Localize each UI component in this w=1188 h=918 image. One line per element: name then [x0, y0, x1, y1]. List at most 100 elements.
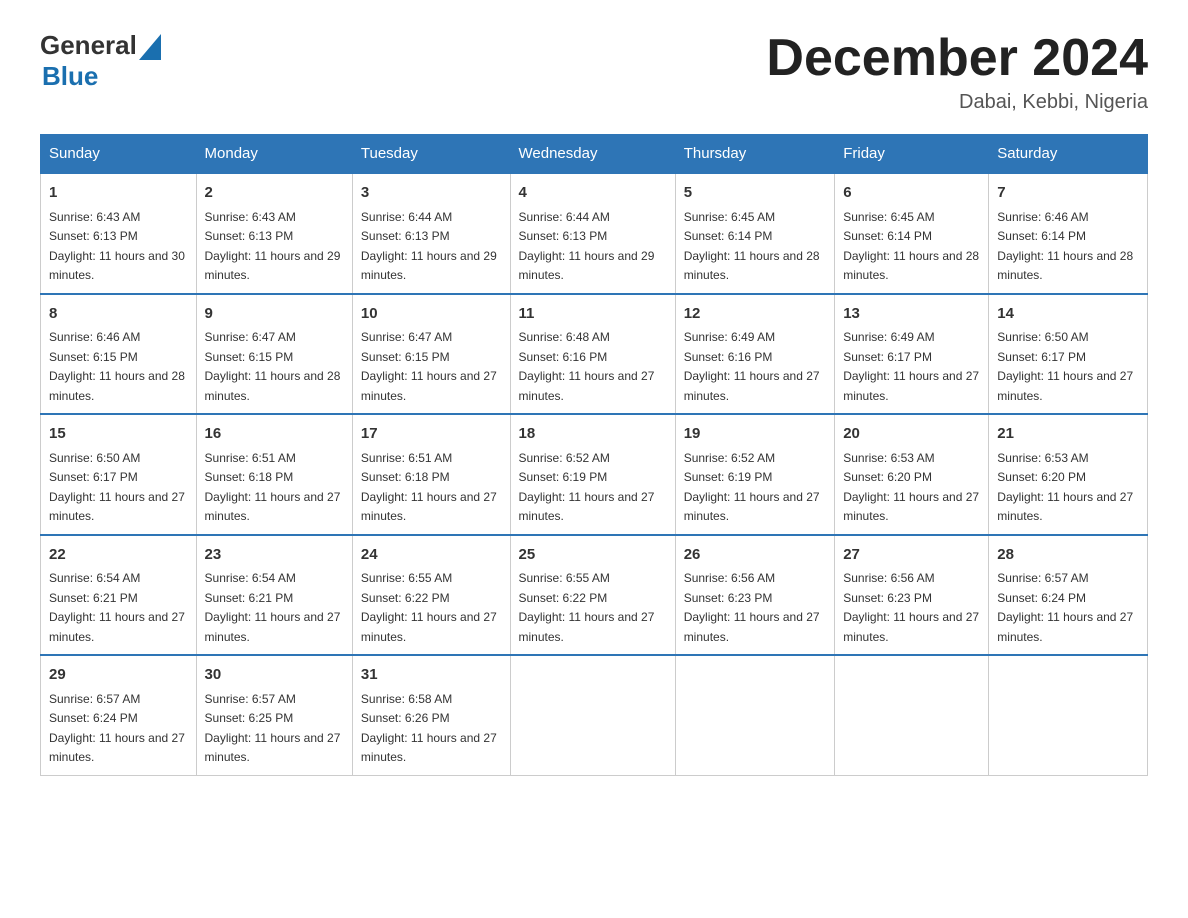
day-info: Sunrise: 6:56 AMSunset: 6:23 PMDaylight:… — [843, 571, 979, 644]
calendar-cell: 11 Sunrise: 6:48 AMSunset: 6:16 PMDayligh… — [510, 294, 675, 415]
calendar-cell: 24 Sunrise: 6:55 AMSunset: 6:22 PMDayligh… — [352, 535, 510, 656]
calendar-cell: 20 Sunrise: 6:53 AMSunset: 6:20 PMDayligh… — [835, 414, 989, 535]
day-number: 6 — [843, 182, 980, 205]
calendar-header-row: SundayMondayTuesdayWednesdayThursdayFrid… — [41, 135, 1148, 174]
calendar-week-row: 29Sunrise: 6:57 AMSunset: 6:24 PMDayligh… — [41, 655, 1148, 775]
day-info: Sunrise: 6:46 AMSunset: 6:15 PMDaylight:… — [49, 330, 185, 403]
calendar-cell: 28 Sunrise: 6:57 AMSunset: 6:24 PMDayligh… — [989, 535, 1148, 656]
calendar-cell: 31Sunrise: 6:58 AMSunset: 6:26 PMDayligh… — [352, 655, 510, 775]
calendar-header-wednesday: Wednesday — [510, 135, 675, 174]
day-info: Sunrise: 6:55 AMSunset: 6:22 PMDaylight:… — [519, 571, 655, 644]
day-number: 14 — [997, 303, 1139, 326]
day-number: 7 — [997, 182, 1139, 205]
day-number: 27 — [843, 544, 980, 567]
day-info: Sunrise: 6:44 AMSunset: 6:13 PMDaylight:… — [361, 210, 497, 283]
calendar-cell: 2 Sunrise: 6:43 AMSunset: 6:13 PMDaylight… — [196, 173, 352, 294]
day-number: 4 — [519, 182, 667, 205]
day-info: Sunrise: 6:58 AMSunset: 6:26 PMDaylight:… — [361, 692, 497, 765]
day-info: Sunrise: 6:47 AMSunset: 6:15 PMDaylight:… — [361, 330, 497, 403]
day-number: 11 — [519, 303, 667, 326]
calendar-cell: 12Sunrise: 6:49 AMSunset: 6:16 PMDayligh… — [675, 294, 835, 415]
logo-triangle-icon — [139, 34, 161, 60]
logo-general-text: General — [40, 30, 137, 61]
day-number: 22 — [49, 544, 188, 567]
calendar-cell: 3 Sunrise: 6:44 AMSunset: 6:13 PMDaylight… — [352, 173, 510, 294]
calendar-week-row: 22 Sunrise: 6:54 AMSunset: 6:21 PMDayligh… — [41, 535, 1148, 656]
calendar-cell: 22 Sunrise: 6:54 AMSunset: 6:21 PMDayligh… — [41, 535, 197, 656]
calendar-cell: 5 Sunrise: 6:45 AMSunset: 6:14 PMDaylight… — [675, 173, 835, 294]
calendar-header-friday: Friday — [835, 135, 989, 174]
calendar-cell: 8 Sunrise: 6:46 AMSunset: 6:15 PMDaylight… — [41, 294, 197, 415]
calendar-cell — [510, 655, 675, 775]
day-info: Sunrise: 6:54 AMSunset: 6:21 PMDaylight:… — [49, 571, 185, 644]
day-number: 2 — [205, 182, 344, 205]
day-number: 24 — [361, 544, 502, 567]
subtitle: Dabai, Kebbi, Nigeria — [766, 91, 1148, 114]
day-info: Sunrise: 6:52 AMSunset: 6:19 PMDaylight:… — [684, 451, 820, 524]
calendar-cell: 10 Sunrise: 6:47 AMSunset: 6:15 PMDayligh… — [352, 294, 510, 415]
calendar-cell — [989, 655, 1148, 775]
day-number: 3 — [361, 182, 502, 205]
day-info: Sunrise: 6:43 AMSunset: 6:13 PMDaylight:… — [205, 210, 341, 283]
day-number: 8 — [49, 303, 188, 326]
calendar-cell: 15Sunrise: 6:50 AMSunset: 6:17 PMDayligh… — [41, 414, 197, 535]
day-number: 28 — [997, 544, 1139, 567]
calendar-cell: 9Sunrise: 6:47 AMSunset: 6:15 PMDaylight… — [196, 294, 352, 415]
day-info: Sunrise: 6:46 AMSunset: 6:14 PMDaylight:… — [997, 210, 1133, 283]
calendar-cell: 4 Sunrise: 6:44 AMSunset: 6:13 PMDaylight… — [510, 173, 675, 294]
day-number: 26 — [684, 544, 827, 567]
day-info: Sunrise: 6:47 AMSunset: 6:15 PMDaylight:… — [205, 330, 341, 403]
day-info: Sunrise: 6:44 AMSunset: 6:13 PMDaylight:… — [519, 210, 655, 283]
day-info: Sunrise: 6:57 AMSunset: 6:24 PMDaylight:… — [997, 571, 1133, 644]
day-number: 29 — [49, 664, 188, 687]
calendar-cell: 18Sunrise: 6:52 AMSunset: 6:19 PMDayligh… — [510, 414, 675, 535]
day-number: 30 — [205, 664, 344, 687]
main-title: December 2024 — [766, 30, 1148, 87]
calendar-cell: 17 Sunrise: 6:51 AMSunset: 6:18 PMDayligh… — [352, 414, 510, 535]
day-info: Sunrise: 6:51 AMSunset: 6:18 PMDaylight:… — [361, 451, 497, 524]
calendar-cell: 16 Sunrise: 6:51 AMSunset: 6:18 PMDayligh… — [196, 414, 352, 535]
calendar-table: SundayMondayTuesdayWednesdayThursdayFrid… — [40, 134, 1148, 776]
day-info: Sunrise: 6:50 AMSunset: 6:17 PMDaylight:… — [997, 330, 1133, 403]
calendar-header-tuesday: Tuesday — [352, 135, 510, 174]
calendar-cell: 19 Sunrise: 6:52 AMSunset: 6:19 PMDayligh… — [675, 414, 835, 535]
day-number: 20 — [843, 423, 980, 446]
day-info: Sunrise: 6:49 AMSunset: 6:17 PMDaylight:… — [843, 330, 979, 403]
calendar-cell: 23Sunrise: 6:54 AMSunset: 6:21 PMDayligh… — [196, 535, 352, 656]
header: General Blue December 2024 Dabai, Kebbi,… — [40, 30, 1148, 114]
day-info: Sunrise: 6:49 AMSunset: 6:16 PMDaylight:… — [684, 330, 820, 403]
day-number: 17 — [361, 423, 502, 446]
day-number: 19 — [684, 423, 827, 446]
day-info: Sunrise: 6:53 AMSunset: 6:20 PMDaylight:… — [843, 451, 979, 524]
day-number: 15 — [49, 423, 188, 446]
calendar-cell: 14 Sunrise: 6:50 AMSunset: 6:17 PMDayligh… — [989, 294, 1148, 415]
logo-blue-text: Blue — [42, 61, 98, 92]
day-info: Sunrise: 6:55 AMSunset: 6:22 PMDaylight:… — [361, 571, 497, 644]
calendar-week-row: 1 Sunrise: 6:43 AMSunset: 6:13 PMDaylight… — [41, 173, 1148, 294]
day-info: Sunrise: 6:45 AMSunset: 6:14 PMDaylight:… — [843, 210, 979, 283]
calendar-cell: 29Sunrise: 6:57 AMSunset: 6:24 PMDayligh… — [41, 655, 197, 775]
day-number: 10 — [361, 303, 502, 326]
calendar-cell: 1 Sunrise: 6:43 AMSunset: 6:13 PMDaylight… — [41, 173, 197, 294]
calendar-cell: 13 Sunrise: 6:49 AMSunset: 6:17 PMDayligh… — [835, 294, 989, 415]
calendar-cell: 25 Sunrise: 6:55 AMSunset: 6:22 PMDayligh… — [510, 535, 675, 656]
day-number: 25 — [519, 544, 667, 567]
calendar-week-row: 8 Sunrise: 6:46 AMSunset: 6:15 PMDaylight… — [41, 294, 1148, 415]
day-info: Sunrise: 6:45 AMSunset: 6:14 PMDaylight:… — [684, 210, 820, 283]
calendar-header-thursday: Thursday — [675, 135, 835, 174]
calendar-cell: 6 Sunrise: 6:45 AMSunset: 6:14 PMDaylight… — [835, 173, 989, 294]
day-info: Sunrise: 6:43 AMSunset: 6:13 PMDaylight:… — [49, 210, 185, 283]
calendar-header-sunday: Sunday — [41, 135, 197, 174]
day-info: Sunrise: 6:48 AMSunset: 6:16 PMDaylight:… — [519, 330, 655, 403]
calendar-cell: 7 Sunrise: 6:46 AMSunset: 6:14 PMDaylight… — [989, 173, 1148, 294]
day-info: Sunrise: 6:51 AMSunset: 6:18 PMDaylight:… — [205, 451, 341, 524]
day-number: 13 — [843, 303, 980, 326]
day-number: 1 — [49, 182, 188, 205]
day-info: Sunrise: 6:53 AMSunset: 6:20 PMDaylight:… — [997, 451, 1133, 524]
day-info: Sunrise: 6:52 AMSunset: 6:19 PMDaylight:… — [519, 451, 655, 524]
day-number: 16 — [205, 423, 344, 446]
day-number: 5 — [684, 182, 827, 205]
calendar-cell: 27 Sunrise: 6:56 AMSunset: 6:23 PMDayligh… — [835, 535, 989, 656]
title-area: December 2024 Dabai, Kebbi, Nigeria — [766, 30, 1148, 114]
calendar-cell: 21Sunrise: 6:53 AMSunset: 6:20 PMDayligh… — [989, 414, 1148, 535]
